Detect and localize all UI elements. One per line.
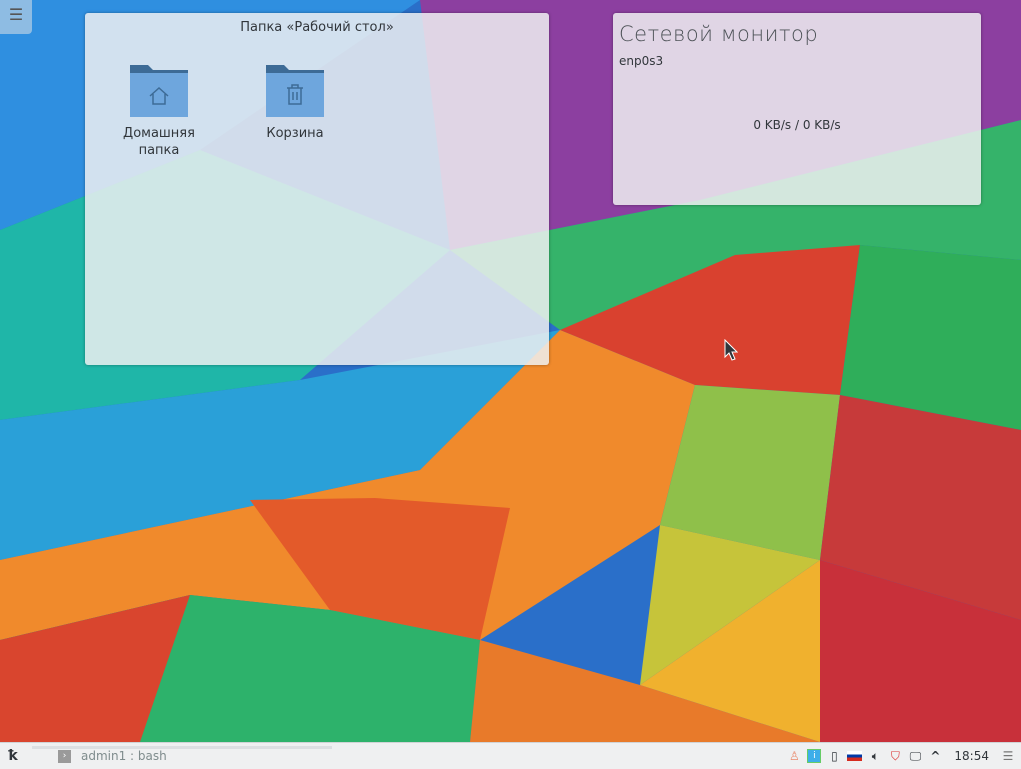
- desktop-icon-home-folder[interactable]: Домашняя папка: [114, 63, 204, 159]
- kde-logo-icon[interactable]: ꝁ: [4, 748, 22, 764]
- clipboard-icon[interactable]: ▯: [827, 749, 841, 763]
- volume-icon[interactable]: 🔈︎: [868, 749, 882, 763]
- network-rate: 0 KB/s / 0 KB/s: [753, 118, 841, 132]
- clock[interactable]: 18:54: [954, 749, 989, 763]
- desktop-icon-label: Корзина: [266, 126, 324, 141]
- network-monitor-widget: Сетевой монитор enp0s3 0 KB/s / 0 KB/s: [613, 13, 981, 205]
- system-tray: ♙ i ▯ 🔈︎ ⛉ 🖵︎ ^ 18:54 ☰: [787, 749, 1021, 763]
- network-interface-name: enp0s3: [619, 54, 664, 68]
- keyboard-layout-flag-icon[interactable]: [847, 751, 863, 761]
- folder-trash-icon: [266, 65, 324, 117]
- taskbar-panel: ꝁ › admin1 : bash ♙ i ▯ 🔈︎ ⛉ 🖵︎ ^ 18:54 …: [0, 742, 1021, 769]
- updates-info-icon[interactable]: i: [807, 749, 822, 763]
- terminal-icon: ›: [58, 749, 71, 763]
- network-monitor-title: Сетевой монитор: [619, 22, 819, 46]
- desktop-icon-label: Домашняя папка: [123, 126, 195, 158]
- desktop-icon-trash[interactable]: Корзина: [250, 63, 340, 142]
- user-icon[interactable]: ♙: [787, 749, 801, 763]
- mouse-cursor-icon: [724, 339, 738, 361]
- folder-view-widget: Папка «Рабочий стол» Домашняя папка Корз…: [85, 13, 549, 365]
- network-disconnected-icon[interactable]: ⛉: [888, 749, 902, 763]
- display-icon[interactable]: 🖵︎: [908, 749, 922, 763]
- folder-view-title: Папка «Рабочий стол»: [240, 20, 394, 35]
- task-item-terminal[interactable]: › admin1 : bash: [32, 745, 332, 767]
- desktop-toolbox-button[interactable]: ☰: [0, 0, 32, 34]
- task-label: admin1 : bash: [81, 749, 167, 763]
- panel-menu-icon[interactable]: ☰: [1001, 749, 1015, 763]
- folder-home-icon: [130, 65, 188, 117]
- hamburger-icon: ☰: [8, 5, 24, 24]
- tray-expand-chevron-icon[interactable]: ^: [928, 749, 942, 763]
